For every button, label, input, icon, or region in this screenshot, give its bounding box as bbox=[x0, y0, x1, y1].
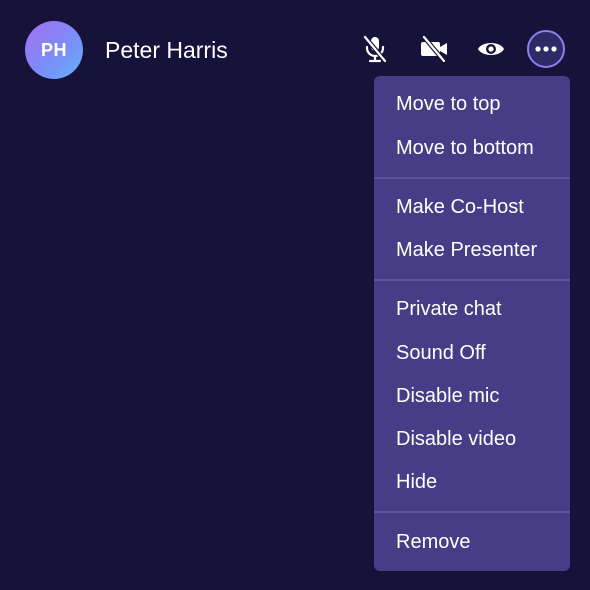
eye-icon bbox=[478, 43, 504, 55]
participant-panel: PH Peter Harris Move to top Move to bott… bbox=[0, 0, 590, 590]
mic-off-icon bbox=[363, 35, 387, 63]
menu-divider bbox=[374, 177, 570, 179]
menu-item-move-to-top[interactable]: Move to top bbox=[374, 87, 570, 121]
toggle-visibility-button[interactable] bbox=[473, 31, 509, 67]
menu-item-disable-video[interactable]: Disable video bbox=[374, 422, 570, 456]
participant-name: Peter Harris bbox=[105, 37, 228, 63]
video-off-icon bbox=[421, 36, 447, 62]
avatar-initials: PH bbox=[40, 39, 67, 60]
menu-item-private-chat[interactable]: Private chat bbox=[374, 292, 570, 326]
menu-divider bbox=[374, 279, 570, 281]
menu-item-hide[interactable]: Hide bbox=[374, 465, 570, 499]
menu-item-move-to-bottom[interactable]: Move to bottom bbox=[374, 131, 570, 165]
menu-item-sound-off[interactable]: Sound Off bbox=[374, 336, 570, 370]
avatar: PH bbox=[25, 21, 83, 79]
participant-options-menu: Move to top Move to bottom Make Co-Host … bbox=[374, 76, 570, 571]
more-options-button[interactable] bbox=[527, 30, 565, 68]
menu-item-disable-mic[interactable]: Disable mic bbox=[374, 379, 570, 413]
menu-item-remove[interactable]: Remove bbox=[374, 525, 570, 559]
more-options-icon bbox=[535, 46, 557, 52]
menu-divider bbox=[374, 511, 570, 513]
disable-video-button[interactable] bbox=[416, 31, 452, 67]
menu-item-make-co-host[interactable]: Make Co-Host bbox=[374, 190, 570, 224]
mute-mic-button[interactable] bbox=[357, 31, 393, 67]
menu-item-make-presenter[interactable]: Make Presenter bbox=[374, 233, 570, 267]
